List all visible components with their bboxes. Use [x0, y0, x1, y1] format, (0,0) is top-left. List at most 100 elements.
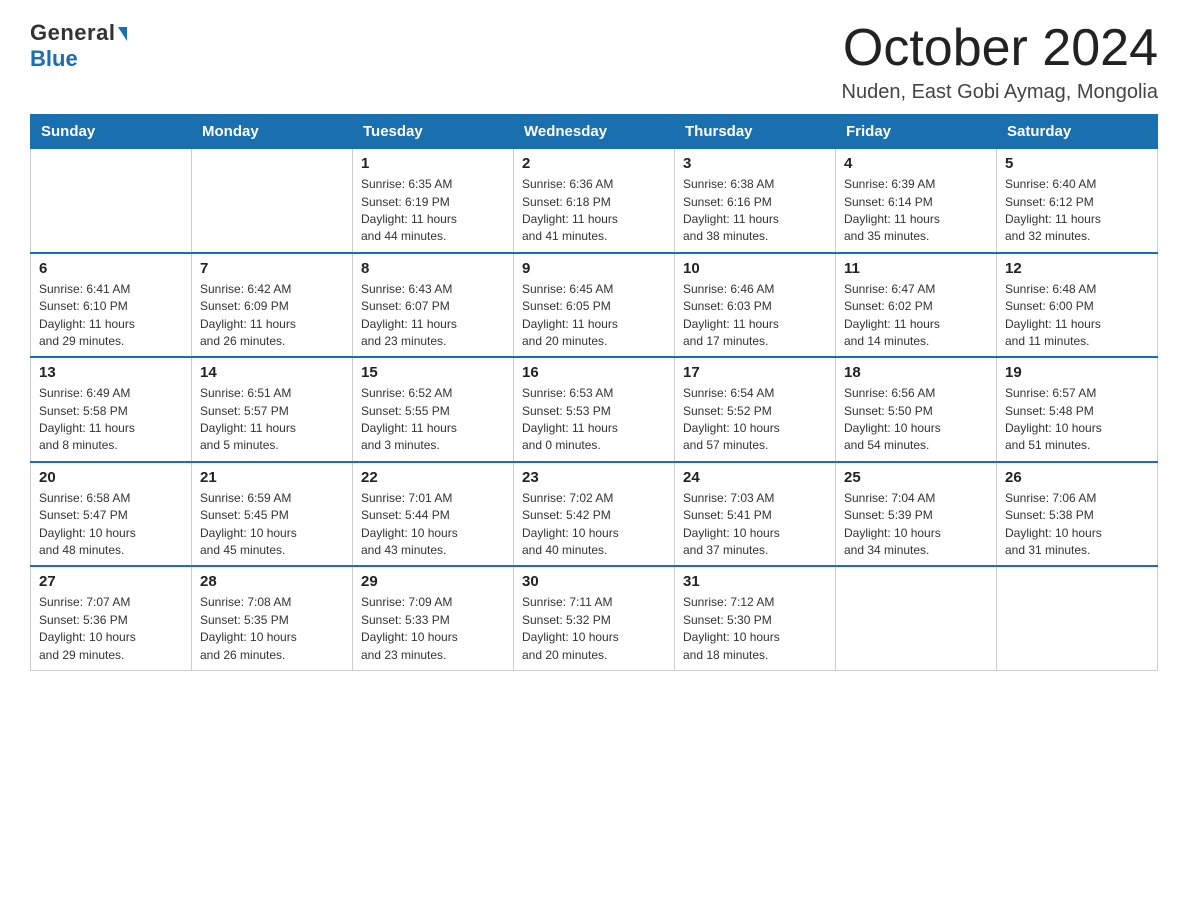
- calendar-cell: [997, 566, 1158, 670]
- day-number: 4: [844, 155, 988, 172]
- day-number: 18: [844, 364, 988, 381]
- calendar-cell: 30 Sunrise: 7:11 AM Sunset: 5:32 PM Dayli…: [514, 566, 675, 670]
- calendar-cell: 4Sunrise: 6:39 AM Sunset: 6:14 PM Daylig…: [836, 149, 997, 253]
- day-number: 10: [683, 260, 827, 277]
- header-saturday: Saturday: [997, 115, 1158, 149]
- logo-general: General: [30, 20, 127, 46]
- day-number: 26: [1005, 469, 1149, 486]
- calendar-cell: 29Sunrise: 7:09 AM Sunset: 5:33 PM Dayli…: [353, 566, 514, 670]
- day-info: Sunrise: 7:11 AM Sunset: 5:32 PM Dayligh…: [522, 594, 666, 664]
- calendar-cell: 28Sunrise: 7:08 AM Sunset: 5:35 PM Dayli…: [192, 566, 353, 670]
- day-number: 1: [361, 155, 505, 172]
- calendar-table: SundayMondayTuesdayWednesdayThursdayFrid…: [30, 114, 1158, 671]
- calendar-cell: 7 Sunrise: 6:42 AM Sunset: 6:09 PM Daylig…: [192, 253, 353, 358]
- day-number: 2: [522, 155, 666, 172]
- calendar-cell: 16Sunrise: 6:53 AM Sunset: 5:53 PM Dayli…: [514, 357, 675, 462]
- calendar-cell: 11Sunrise: 6:47 AM Sunset: 6:02 PM Dayli…: [836, 253, 997, 358]
- calendar-cell: 1Sunrise: 6:35 AM Sunset: 6:19 PM Daylig…: [353, 149, 514, 253]
- calendar-cell: 5Sunrise: 6:40 AM Sunset: 6:12 PM Daylig…: [997, 149, 1158, 253]
- day-info: Sunrise: 6:59 AM Sunset: 5:45 PM Dayligh…: [200, 490, 344, 560]
- logo: General Blue: [30, 20, 127, 72]
- day-info: Sunrise: 6:41 AM Sunset: 6:10 PM Dayligh…: [39, 281, 183, 351]
- day-info: Sunrise: 6:46 AM Sunset: 6:03 PM Dayligh…: [683, 281, 827, 351]
- week-row-2: 6 Sunrise: 6:41 AM Sunset: 6:10 PM Daylig…: [31, 253, 1158, 358]
- day-info: Sunrise: 7:08 AM Sunset: 5:35 PM Dayligh…: [200, 594, 344, 664]
- day-number: 7: [200, 260, 344, 277]
- day-number: 13: [39, 364, 183, 381]
- calendar-cell: 26 Sunrise: 7:06 AM Sunset: 5:38 PM Dayli…: [997, 462, 1158, 567]
- day-number: 8: [361, 260, 505, 277]
- header-tuesday: Tuesday: [353, 115, 514, 149]
- day-info: Sunrise: 7:06 AM Sunset: 5:38 PM Dayligh…: [1005, 490, 1149, 560]
- day-number: 22: [361, 469, 505, 486]
- day-info: Sunrise: 7:12 AM Sunset: 5:30 PM Dayligh…: [683, 594, 827, 664]
- day-info: Sunrise: 6:48 AM Sunset: 6:00 PM Dayligh…: [1005, 281, 1149, 351]
- day-info: Sunrise: 6:38 AM Sunset: 6:16 PM Dayligh…: [683, 176, 827, 246]
- day-number: 15: [361, 364, 505, 381]
- calendar-cell: 14Sunrise: 6:51 AM Sunset: 5:57 PM Dayli…: [192, 357, 353, 462]
- day-number: 21: [200, 469, 344, 486]
- month-title: October 2024: [842, 20, 1158, 77]
- calendar-header-row: SundayMondayTuesdayWednesdayThursdayFrid…: [31, 115, 1158, 149]
- calendar-cell: 31 Sunrise: 7:12 AM Sunset: 5:30 PM Dayli…: [675, 566, 836, 670]
- day-number: 5: [1005, 155, 1149, 172]
- week-row-4: 20 Sunrise: 6:58 AM Sunset: 5:47 PM Dayli…: [31, 462, 1158, 567]
- title-block: October 2024 Nuden, East Gobi Aymag, Mon…: [842, 20, 1158, 104]
- calendar-cell: 15 Sunrise: 6:52 AM Sunset: 5:55 PM Dayli…: [353, 357, 514, 462]
- logo-blue: Blue: [30, 46, 78, 72]
- header-sunday: Sunday: [31, 115, 192, 149]
- calendar-cell: 22Sunrise: 7:01 AM Sunset: 5:44 PM Dayli…: [353, 462, 514, 567]
- day-info: Sunrise: 7:04 AM Sunset: 5:39 PM Dayligh…: [844, 490, 988, 560]
- day-info: Sunrise: 6:45 AM Sunset: 6:05 PM Dayligh…: [522, 281, 666, 351]
- day-info: Sunrise: 7:07 AM Sunset: 5:36 PM Dayligh…: [39, 594, 183, 664]
- day-info: Sunrise: 6:49 AM Sunset: 5:58 PM Dayligh…: [39, 385, 183, 455]
- calendar-cell: 27 Sunrise: 7:07 AM Sunset: 5:36 PM Dayli…: [31, 566, 192, 670]
- header-wednesday: Wednesday: [514, 115, 675, 149]
- calendar-cell: 19Sunrise: 6:57 AM Sunset: 5:48 PM Dayli…: [997, 357, 1158, 462]
- day-number: 9: [522, 260, 666, 277]
- day-number: 30: [522, 573, 666, 590]
- calendar-cell: 3 Sunrise: 6:38 AM Sunset: 6:16 PM Daylig…: [675, 149, 836, 253]
- calendar-cell: [836, 566, 997, 670]
- day-number: 12: [1005, 260, 1149, 277]
- day-info: Sunrise: 6:36 AM Sunset: 6:18 PM Dayligh…: [522, 176, 666, 246]
- day-info: Sunrise: 6:58 AM Sunset: 5:47 PM Dayligh…: [39, 490, 183, 560]
- day-number: 3: [683, 155, 827, 172]
- day-info: Sunrise: 6:42 AM Sunset: 6:09 PM Dayligh…: [200, 281, 344, 351]
- week-row-3: 13 Sunrise: 6:49 AM Sunset: 5:58 PM Dayli…: [31, 357, 1158, 462]
- calendar-cell: 13 Sunrise: 6:49 AM Sunset: 5:58 PM Dayli…: [31, 357, 192, 462]
- calendar-cell: 9 Sunrise: 6:45 AM Sunset: 6:05 PM Daylig…: [514, 253, 675, 358]
- page-header: General Blue October 2024 Nuden, East Go…: [30, 20, 1158, 104]
- day-info: Sunrise: 6:54 AM Sunset: 5:52 PM Dayligh…: [683, 385, 827, 455]
- calendar-cell: 8 Sunrise: 6:43 AM Sunset: 6:07 PM Daylig…: [353, 253, 514, 358]
- day-number: 16: [522, 364, 666, 381]
- location-title: Nuden, East Gobi Aymag, Mongolia: [842, 81, 1158, 104]
- header-friday: Friday: [836, 115, 997, 149]
- calendar-cell: 25 Sunrise: 7:04 AM Sunset: 5:39 PM Dayli…: [836, 462, 997, 567]
- calendar-cell: 23 Sunrise: 7:02 AM Sunset: 5:42 PM Dayli…: [514, 462, 675, 567]
- day-info: Sunrise: 6:52 AM Sunset: 5:55 PM Dayligh…: [361, 385, 505, 455]
- calendar-cell: 18Sunrise: 6:56 AM Sunset: 5:50 PM Dayli…: [836, 357, 997, 462]
- header-thursday: Thursday: [675, 115, 836, 149]
- calendar-cell: [192, 149, 353, 253]
- week-row-5: 27 Sunrise: 7:07 AM Sunset: 5:36 PM Dayli…: [31, 566, 1158, 670]
- day-number: 19: [1005, 364, 1149, 381]
- day-number: 25: [844, 469, 988, 486]
- calendar-cell: 17 Sunrise: 6:54 AM Sunset: 5:52 PM Dayli…: [675, 357, 836, 462]
- day-number: 14: [200, 364, 344, 381]
- day-number: 29: [361, 573, 505, 590]
- calendar-cell: 6 Sunrise: 6:41 AM Sunset: 6:10 PM Daylig…: [31, 253, 192, 358]
- day-number: 11: [844, 260, 988, 277]
- day-number: 17: [683, 364, 827, 381]
- day-info: Sunrise: 7:03 AM Sunset: 5:41 PM Dayligh…: [683, 490, 827, 560]
- week-row-1: 1Sunrise: 6:35 AM Sunset: 6:19 PM Daylig…: [31, 149, 1158, 253]
- day-number: 23: [522, 469, 666, 486]
- day-info: Sunrise: 6:43 AM Sunset: 6:07 PM Dayligh…: [361, 281, 505, 351]
- day-number: 27: [39, 573, 183, 590]
- day-number: 6: [39, 260, 183, 277]
- day-info: Sunrise: 7:02 AM Sunset: 5:42 PM Dayligh…: [522, 490, 666, 560]
- calendar-cell: 20 Sunrise: 6:58 AM Sunset: 5:47 PM Dayli…: [31, 462, 192, 567]
- day-number: 31: [683, 573, 827, 590]
- calendar-cell: 12 Sunrise: 6:48 AM Sunset: 6:00 PM Dayli…: [997, 253, 1158, 358]
- day-number: 20: [39, 469, 183, 486]
